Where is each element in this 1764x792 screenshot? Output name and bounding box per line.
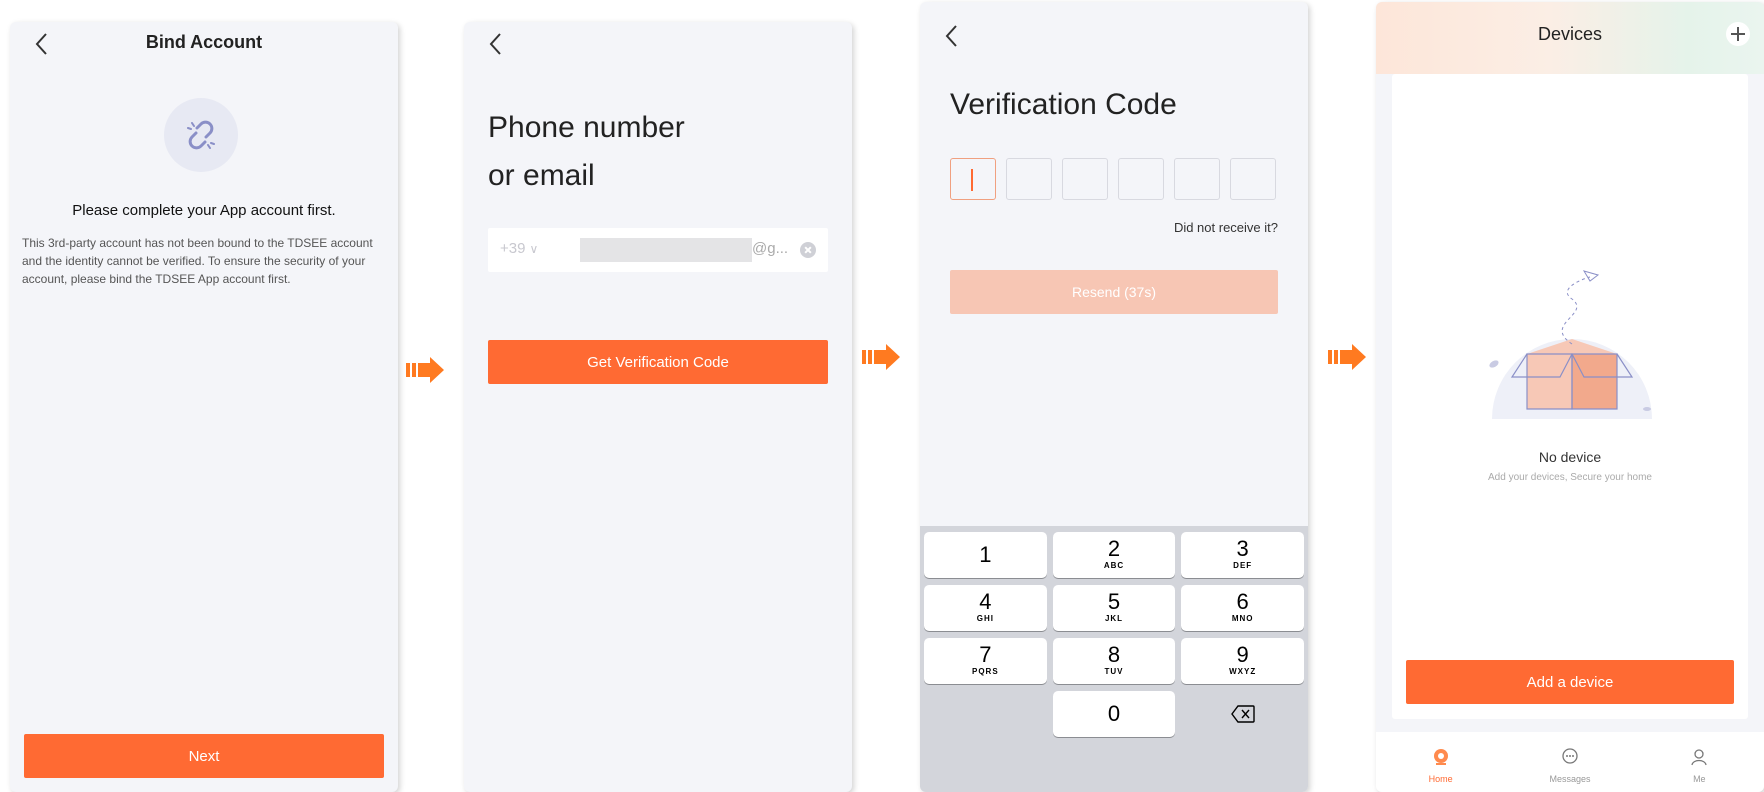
key-digit: 9: [1236, 642, 1249, 667]
description: This 3rd-party account has not been boun…: [22, 236, 373, 286]
empty-subtitle: Add your devices, Secure your home: [1488, 472, 1652, 483]
email-field[interactable]: +39 ∨ @g...: [488, 228, 828, 272]
key-letters: TUV: [1104, 667, 1124, 676]
keypad-row: 0: [924, 691, 1304, 737]
key-6[interactable]: 6 MNO: [1181, 585, 1305, 631]
country-code-select[interactable]: +39 ∨: [500, 240, 538, 257]
get-verification-code-button[interactable]: Get Verification Code: [488, 340, 828, 384]
key-4[interactable]: 4 GHI: [924, 585, 1047, 631]
empty-box-illustration: [1489, 270, 1652, 419]
title-line-2: or email: [488, 159, 595, 192]
keypad-row: 1 2 ABC 3 DEF: [924, 532, 1305, 578]
screen-phone-email: Phone number or email +39 ∨ @g... Get Ver…: [464, 22, 852, 792]
did-not-receive-link[interactable]: Did not receive it?: [1174, 220, 1278, 235]
key-5[interactable]: 5 JKL: [1052, 585, 1176, 631]
key-1[interactable]: 1: [924, 532, 1047, 578]
email-redacted: [580, 238, 752, 262]
key-2[interactable]: 2 ABC: [1052, 532, 1176, 578]
back-icon[interactable]: [486, 30, 506, 58]
clear-icon[interactable]: [800, 242, 816, 258]
key-8[interactable]: 8 TUV: [1052, 638, 1176, 684]
page-title: Devices: [1537, 24, 1603, 44]
code-digit[interactable]: [1174, 158, 1220, 200]
resend-button: Resend (37s): [950, 270, 1278, 314]
key-letters: MNO: [1231, 614, 1254, 623]
key-digit: 3: [1236, 536, 1249, 561]
tab-home[interactable]: Home: [1376, 732, 1505, 792]
page-title: Verification Code: [950, 88, 1177, 121]
key-3[interactable]: 3 DEF: [1181, 532, 1305, 578]
keypad-row: 4 GHI 5 JKL 6 MNO: [924, 585, 1305, 631]
tab-me[interactable]: Me: [1635, 732, 1764, 792]
key-9[interactable]: 9 WXYZ: [1181, 638, 1305, 684]
screen-devices: Devices No device Add your devices, Secu…: [1376, 2, 1764, 792]
tab-label: Me: [1693, 774, 1706, 784]
user-icon: [1691, 749, 1707, 766]
next-button[interactable]: Next: [24, 734, 384, 778]
key-7[interactable]: 7 PQRS: [924, 638, 1047, 684]
add-icon[interactable]: [1726, 22, 1750, 46]
add-device-button[interactable]: Add a device: [1406, 660, 1734, 704]
email-value: @g...: [752, 240, 789, 257]
key-letters: ABC: [1103, 561, 1125, 570]
empty-title: No device: [1538, 449, 1602, 465]
key-digit: 4: [979, 589, 992, 614]
screen-verification-code: Verification Code Did not receive it? Re…: [920, 2, 1308, 792]
code-digit[interactable]: [1230, 158, 1276, 200]
devices-card: No device Add your devices, Secure your …: [1392, 74, 1748, 719]
key-digit: 5: [1107, 589, 1121, 614]
unlink-icon: [164, 98, 238, 172]
keypad-row: 7 PQRS 8 TUV 9 WXYZ: [924, 638, 1305, 684]
key-digit: 7: [979, 642, 992, 667]
code-digit[interactable]: [950, 158, 996, 200]
key-digit: 2: [1107, 536, 1121, 561]
back-icon[interactable]: [942, 22, 962, 50]
page-title: Phone number or email: [488, 104, 685, 200]
backspace-icon[interactable]: [1181, 691, 1304, 737]
tab-bar: Home Messages Me: [1376, 732, 1764, 792]
arrow-right-icon: [862, 342, 904, 372]
code-digit[interactable]: [1118, 158, 1164, 200]
key-letters: WXYZ: [1229, 667, 1257, 676]
tab-label: Home: [1428, 774, 1453, 784]
numeric-keypad: 1 2 ABC 3 DEF 4 GHI 5 JKL 6 MNO 7 PQRS 8 TUV 9 WXYZ 0: [920, 526, 1308, 792]
keypad-blank: [924, 691, 1047, 737]
arrow-right-icon: [406, 355, 448, 385]
key-letters: JKL: [1104, 614, 1124, 623]
code-input[interactable]: [950, 158, 1276, 200]
screen-bind-account: Bind Account Please complete your App ac…: [10, 22, 398, 792]
code-digit[interactable]: [1062, 158, 1108, 200]
key-digit: 1: [979, 542, 992, 567]
chat-bubble-icon: [1562, 748, 1578, 764]
key-0[interactable]: 0: [1052, 691, 1176, 737]
key-letters: GHI: [976, 614, 994, 623]
arrow-right-icon: [1328, 342, 1370, 372]
key-digit: 0: [1107, 701, 1121, 726]
code-digit[interactable]: [1006, 158, 1052, 200]
tab-label: Messages: [1549, 774, 1591, 784]
key-letters: DEF: [1233, 561, 1253, 570]
title-line-1: Phone number: [488, 111, 685, 144]
key-digit: 8: [1107, 642, 1121, 667]
camera-icon: [1433, 749, 1448, 765]
heading: Please complete your App account first.: [72, 202, 336, 219]
chevron-down-icon: ∨: [529, 242, 539, 256]
tab-messages[interactable]: Messages: [1505, 732, 1634, 792]
key-letters: PQRS: [972, 667, 999, 676]
key-digit: 6: [1236, 589, 1249, 614]
page-title: Bind Account: [145, 32, 263, 52]
